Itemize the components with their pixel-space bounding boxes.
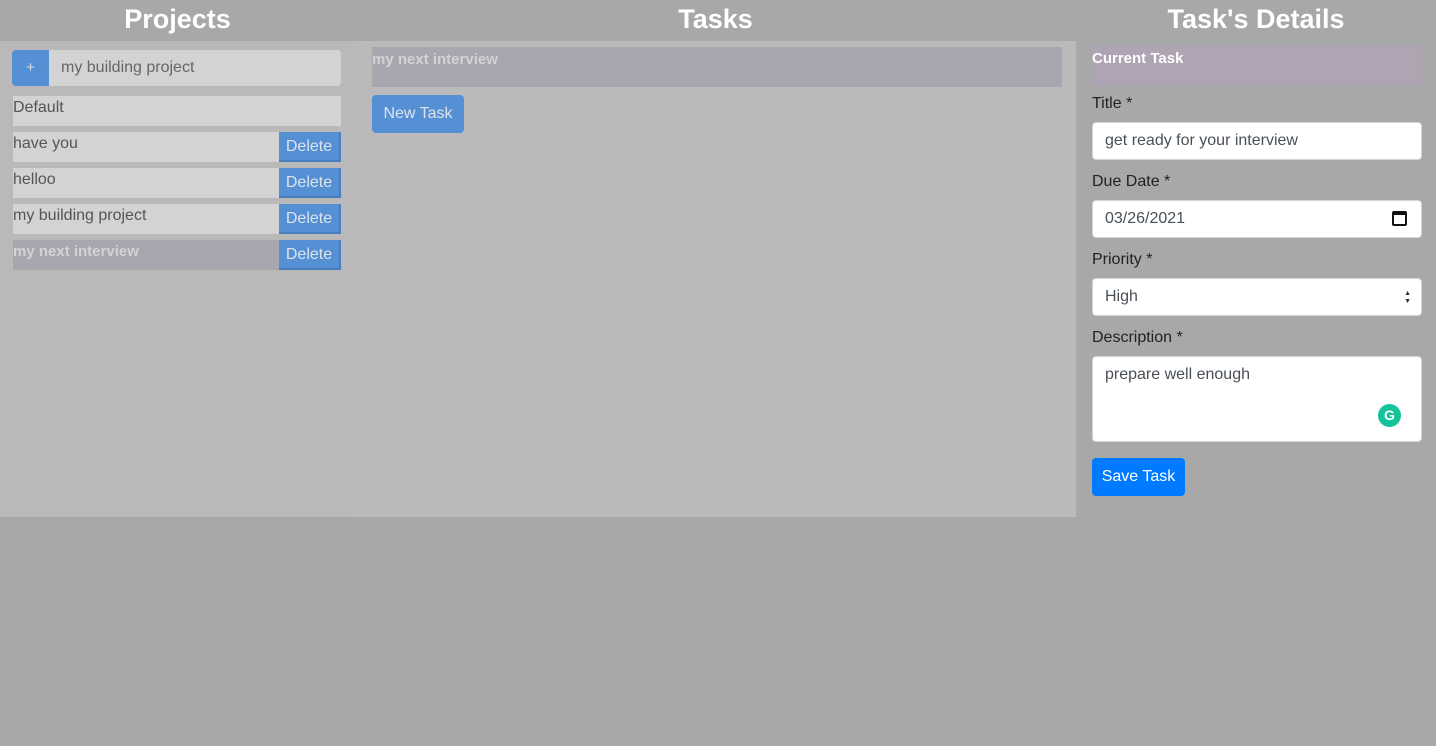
project-name: my building project [13, 207, 147, 224]
description-value: prepare well enough [1105, 366, 1250, 383]
description-label: Description * [1092, 329, 1183, 346]
project-name: have you [13, 135, 78, 152]
tasks-panel: my next interview New Task [355, 41, 1076, 517]
due-date-input[interactable]: 03/26/2021 [1092, 200, 1422, 238]
task-details-form: Current Task Title * get ready for your … [1092, 46, 1422, 496]
priority-value: High [1105, 288, 1138, 305]
project-name: helloo [13, 171, 56, 188]
grammarly-icon[interactable]: G [1378, 404, 1401, 427]
due-date-label: Due Date * [1092, 173, 1171, 190]
title-input[interactable]: get ready for your interview [1092, 122, 1422, 160]
select-arrows-icon: ▲ ▼ [1404, 290, 1411, 305]
project-item[interactable]: have you Delete [13, 132, 341, 162]
due-date-value: 03/26/2021 [1105, 210, 1186, 227]
title-label: Title * [1092, 95, 1133, 112]
priority-select[interactable]: High ▲ ▼ [1092, 278, 1422, 316]
projects-heading: Projects [124, 4, 231, 34]
delete-project-button[interactable]: Delete [279, 132, 341, 162]
description-textarea[interactable]: prepare well enough G [1092, 356, 1422, 442]
project-name: Default [13, 99, 64, 116]
calendar-icon[interactable] [1392, 211, 1407, 226]
details-heading: Task's Details [1167, 4, 1345, 34]
add-project-button[interactable]: + [12, 50, 49, 86]
project-item[interactable]: helloo Delete [13, 168, 341, 198]
new-task-button[interactable]: New Task [372, 95, 464, 133]
priority-label: Priority * [1092, 251, 1153, 268]
task-item[interactable]: my next interview [372, 47, 1062, 87]
project-item-default[interactable]: Default [13, 96, 341, 126]
tasks-heading: Tasks [678, 4, 753, 34]
delete-project-button[interactable]: Delete [279, 204, 341, 234]
current-task-heading: Current Task [1092, 46, 1422, 86]
delete-project-button[interactable]: Delete [279, 168, 341, 198]
projects-panel: + my building project Default have you De… [0, 41, 355, 517]
project-item-selected[interactable]: my next interview Delete [13, 240, 341, 270]
add-project-row: + my building project [12, 50, 341, 86]
project-name: my next interview [13, 243, 139, 260]
project-name-input[interactable]: my building project [49, 50, 341, 86]
save-task-button[interactable]: Save Task [1092, 458, 1185, 496]
delete-project-button[interactable]: Delete [279, 240, 341, 270]
project-item[interactable]: my building project Delete [13, 204, 341, 234]
